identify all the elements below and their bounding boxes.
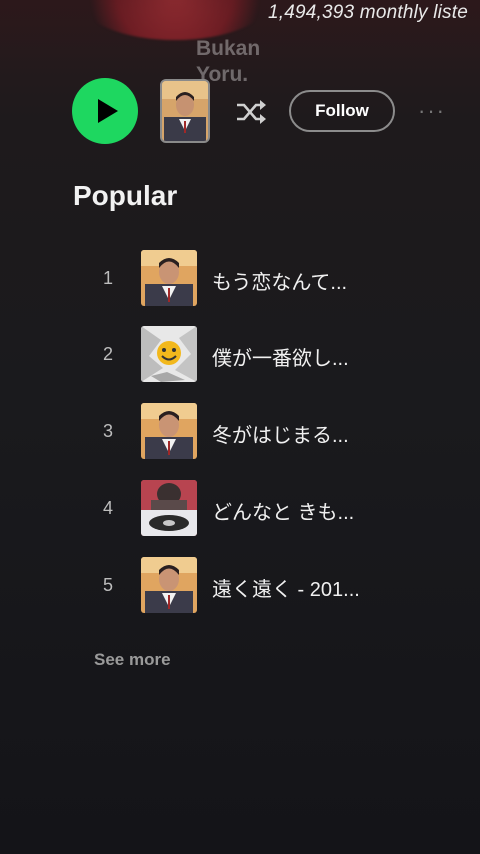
follow-button[interactable]: Follow [289, 90, 395, 132]
track-cover-art [141, 403, 197, 459]
track-cover-art [141, 250, 197, 306]
more-options-icon[interactable]: ··· [418, 98, 446, 124]
portrait-art-icon [141, 403, 197, 459]
popular-heading: Popular [73, 180, 178, 211]
track-row-2[interactable]: 2 僕が一番欲し... [0, 326, 480, 384]
track-number: 5 [102, 575, 113, 595]
shuffle-icon[interactable] [234, 96, 268, 128]
track-cover-art [141, 326, 197, 382]
monthly-listeners: 1,494,393 monthly liste [268, 2, 468, 23]
track-title: 冬がはじまる... [212, 425, 349, 447]
track-number: 3 [102, 421, 113, 441]
track-title: どんなと きも... [212, 502, 355, 524]
artist-name: Bukan Yoru. [196, 37, 261, 86]
track-row-1[interactable]: 1 もう恋なんて... [0, 250, 480, 308]
smiley-art-icon [141, 326, 197, 382]
records-art-icon [141, 480, 197, 536]
track-number: 1 [102, 268, 113, 288]
portrait-art-icon [162, 81, 208, 141]
track-title: 遠く遠く - 201... [212, 579, 360, 601]
track-title: もう恋なんて... [212, 272, 348, 294]
track-title: 僕が一番欲し... [212, 348, 349, 370]
track-cover-art [141, 557, 197, 613]
see-more-link[interactable]: See more [94, 650, 171, 670]
play-icon [97, 99, 118, 123]
track-row-5[interactable]: 5 遠く遠く - 201... [0, 557, 480, 615]
play-button[interactable] [72, 78, 138, 144]
track-cover-art [141, 480, 197, 536]
artist-preview-thumbnail[interactable] [160, 79, 210, 143]
track-number: 2 [102, 344, 113, 364]
portrait-art-icon [141, 250, 197, 306]
track-row-3[interactable]: 3 冬がはじまる... [0, 403, 480, 461]
track-row-4[interactable]: 4 どんなと きも... [0, 480, 480, 538]
track-number: 4 [102, 498, 113, 518]
portrait-art-icon [141, 557, 197, 613]
